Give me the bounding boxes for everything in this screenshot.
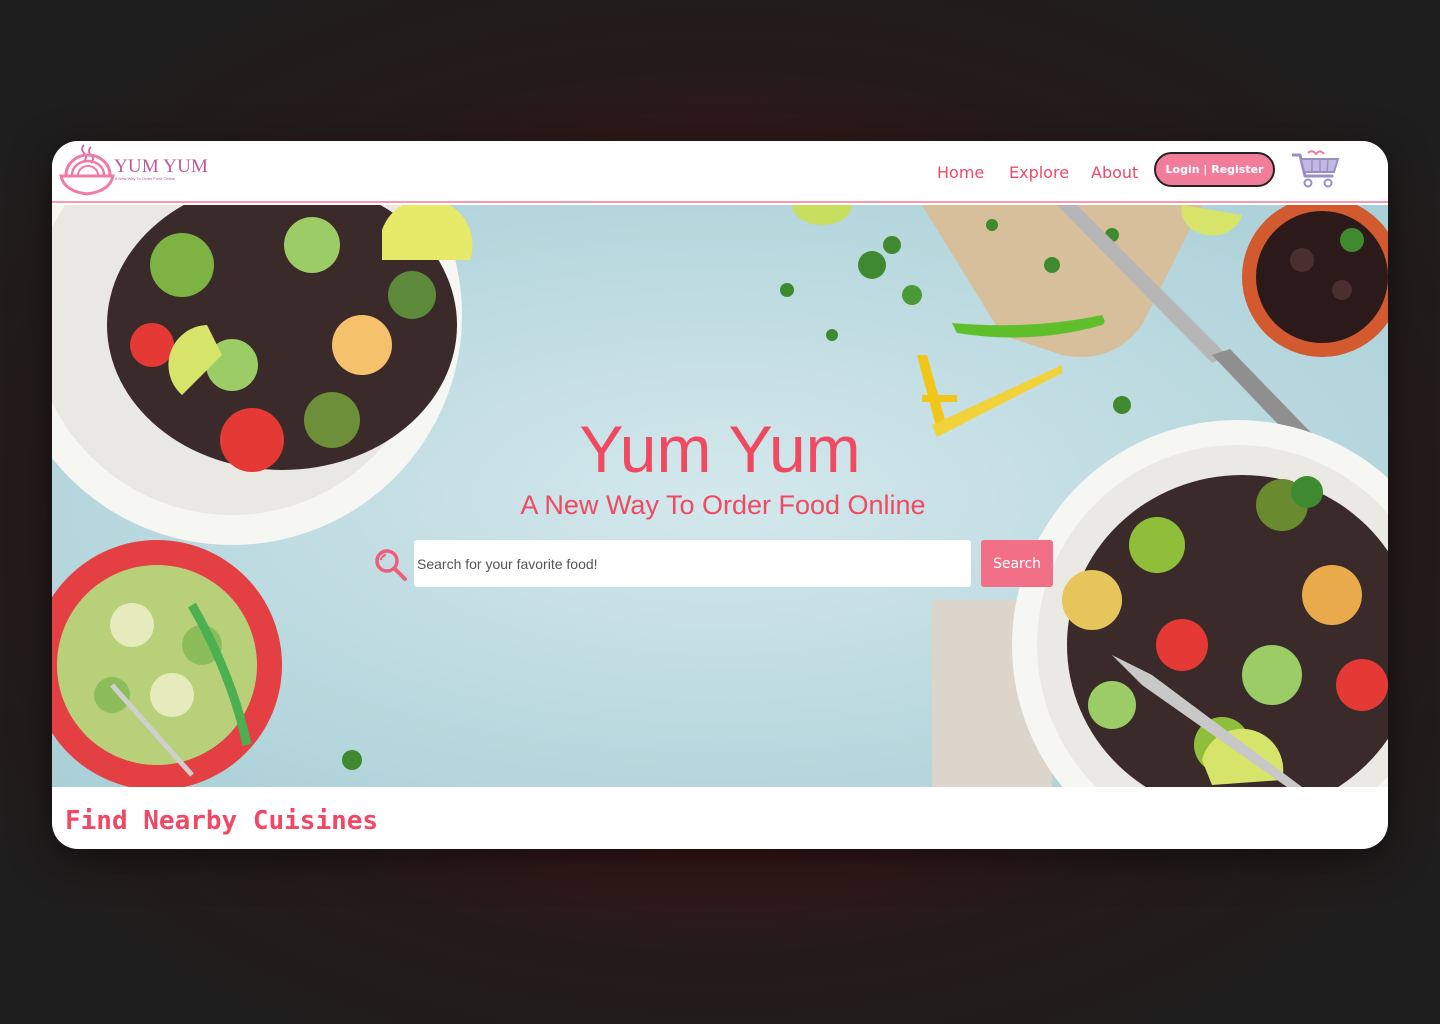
hero-subtitle: A New Way To Order Food Online <box>520 490 926 520</box>
logo-text: YUM YUM <box>114 156 209 177</box>
login-register-button[interactable]: Login | Register <box>1154 152 1275 187</box>
steaming-bowl-icon <box>59 144 115 196</box>
search-button[interactable]: Search <box>981 540 1053 587</box>
shopping-cart-icon[interactable] <box>1292 150 1340 188</box>
nav-home[interactable]: Home <box>937 163 984 182</box>
logo-tagline: A New Way To Order Food Online <box>115 176 176 181</box>
search-input[interactable] <box>414 540 971 587</box>
navbar: YUM YUM A New Way To Order Food Online H… <box>52 141 1388 203</box>
hero-banner: Yum Yum A New Way To Order Food Online S… <box>52 205 1388 787</box>
nav-about[interactable]: About <box>1091 163 1138 182</box>
nearby-cuisines-heading: Find Nearby Cuisines <box>65 806 379 836</box>
logo[interactable]: YUM YUM A New Way To Order Food Online <box>58 143 218 199</box>
app-window: YUM YUM A New Way To Order Food Online H… <box>52 141 1388 849</box>
hero-title: Yum Yum <box>579 412 861 486</box>
magnifier-icon[interactable] <box>374 548 408 582</box>
nav-explore[interactable]: Explore <box>1009 163 1069 182</box>
